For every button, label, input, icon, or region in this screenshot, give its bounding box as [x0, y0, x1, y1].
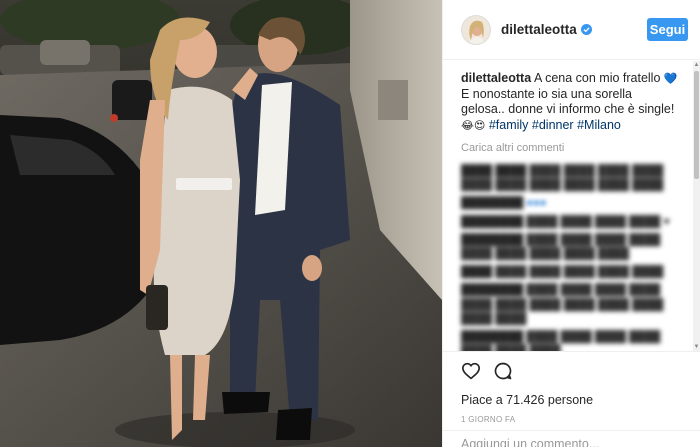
blurred-comments: ████ ████ ████ ████ ████ ████ ████ ████ … — [461, 165, 670, 351]
comments-list[interactable]: dilettaleotta A cena con mio fratello 💙 … — [443, 61, 693, 351]
avatar[interactable] — [461, 14, 491, 45]
heart-outline-icon[interactable] — [461, 362, 481, 380]
add-comment-bar — [443, 430, 700, 447]
post-side-panel: dilettaleotta Segui dilettaleotta A cena… — [442, 0, 700, 447]
post-photo[interactable] — [0, 0, 442, 447]
post-actions: Piace a 71.426 persone 1 GIORNO FA — [443, 351, 700, 424]
caption-emojis: 😂😍 — [461, 118, 486, 132]
post-caption: dilettaleotta A cena con mio fratello 💙 … — [461, 71, 679, 133]
speech-bubble-icon[interactable] — [493, 361, 513, 381]
hashtag-milano[interactable]: #Milano — [577, 118, 621, 132]
scroll-up-arrow-icon[interactable]: ▲ — [693, 61, 700, 69]
comment-input[interactable] — [461, 436, 683, 447]
caption-text: A cena con mio fratello — [533, 71, 661, 85]
post-date[interactable]: 1 GIORNO FA — [461, 415, 683, 424]
caption-username[interactable]: dilettaleotta — [461, 71, 531, 85]
username[interactable]: dilettaleotta — [501, 22, 592, 37]
scrollbar-thumb[interactable] — [694, 71, 699, 179]
comments-scrollbar[interactable]: ▲ ▼ — [693, 61, 700, 351]
post-header: dilettaleotta Segui — [443, 0, 700, 60]
scroll-down-arrow-icon[interactable]: ▼ — [693, 343, 700, 351]
hashtag-family[interactable]: #family — [489, 118, 529, 132]
blue-heart-emoji: 💙 — [663, 72, 678, 85]
verified-badge-icon — [580, 24, 592, 35]
follow-button[interactable]: Segui — [647, 18, 688, 41]
caption-text-2: E nonostante io sia una sorella gelosa..… — [461, 86, 675, 117]
photo-image — [0, 0, 442, 447]
likes-count[interactable]: Piace a 71.426 persone — [461, 393, 683, 407]
load-more-comments-link[interactable]: Carica altri commenti — [461, 142, 693, 154]
hashtag-dinner[interactable]: #dinner — [532, 118, 574, 132]
